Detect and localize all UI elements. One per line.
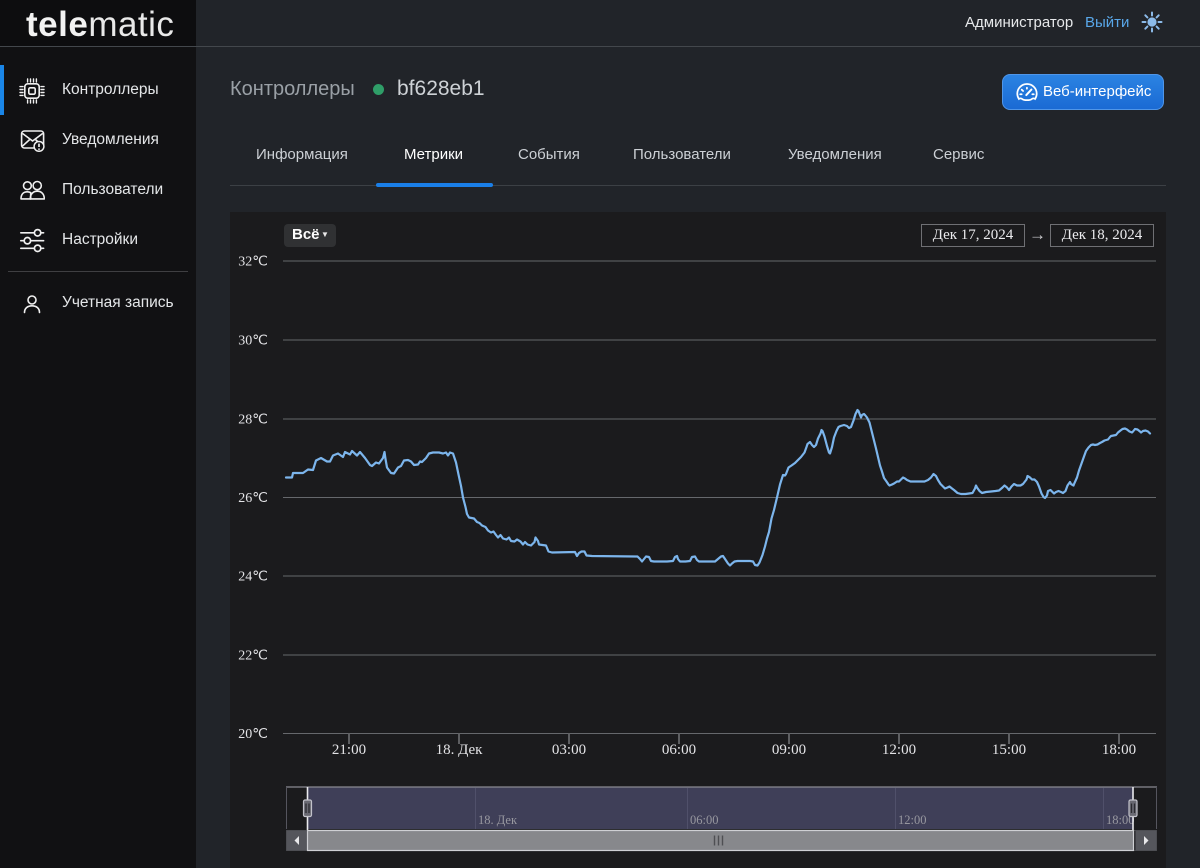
svg-text:22℃: 22℃ bbox=[238, 649, 268, 664]
svg-text:12:00: 12:00 bbox=[898, 813, 926, 827]
svg-text:03:00: 03:00 bbox=[552, 742, 586, 758]
svg-text:32℃: 32℃ bbox=[238, 255, 268, 270]
svg-text:12:00: 12:00 bbox=[882, 742, 916, 758]
svg-text:06:00: 06:00 bbox=[662, 742, 696, 758]
svg-text:30℃: 30℃ bbox=[238, 334, 268, 349]
svg-text:24℃: 24℃ bbox=[238, 570, 268, 585]
svg-text:28℃: 28℃ bbox=[238, 413, 268, 428]
svg-text:26℃: 26℃ bbox=[238, 491, 268, 506]
svg-text:06:00: 06:00 bbox=[690, 813, 718, 827]
svg-text:18. Дек: 18. Дек bbox=[436, 742, 484, 758]
svg-text:20℃: 20℃ bbox=[238, 727, 268, 742]
svg-text:18. Дек: 18. Дек bbox=[478, 813, 518, 827]
svg-text:18:00: 18:00 bbox=[1102, 742, 1136, 758]
svg-text:09:00: 09:00 bbox=[772, 742, 806, 758]
svg-text:15:00: 15:00 bbox=[992, 742, 1026, 758]
svg-text:21:00: 21:00 bbox=[332, 742, 366, 758]
